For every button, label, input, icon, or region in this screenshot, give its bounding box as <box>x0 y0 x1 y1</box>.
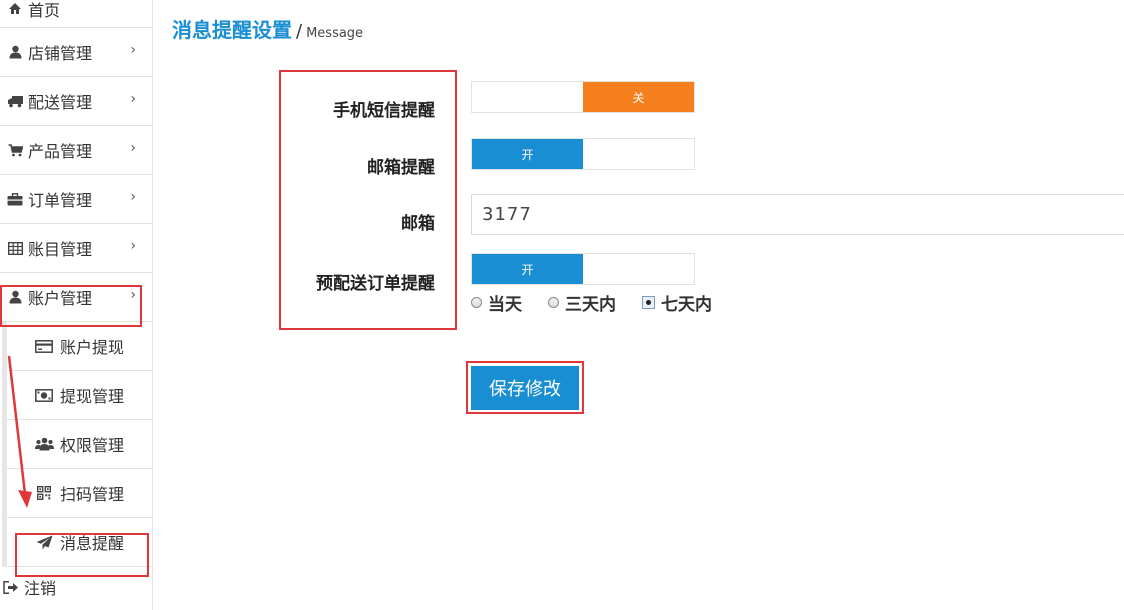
toggle-empty <box>583 139 694 169</box>
radio-label: 三天内 <box>565 295 616 315</box>
radio-seven-days[interactable]: 七天内 <box>642 290 712 315</box>
radio-circle-checked <box>642 296 655 309</box>
sms-reminder-label: 手机短信提醒 <box>333 101 435 121</box>
email-field[interactable] <box>471 194 1124 235</box>
radio-today[interactable]: 当天 <box>471 290 522 315</box>
annotation-arrow <box>7 355 32 508</box>
radio-label: 七天内 <box>661 295 712 315</box>
toggle-empty <box>472 82 583 112</box>
toggle-on-label: 开 <box>472 139 583 169</box>
toggle-on-label: 开 <box>472 254 583 284</box>
delivery-toggle[interactable]: 开 <box>471 253 695 285</box>
email-reminder-label: 邮箱提醒 <box>367 158 435 178</box>
email-notify-toggle[interactable]: 开 <box>471 138 695 170</box>
toggle-empty <box>583 254 694 284</box>
radio-label: 当天 <box>488 295 522 315</box>
title-separator: / <box>296 21 303 42</box>
delivery-reminder-label: 预配送订单提醒 <box>316 274 435 294</box>
radio-circle <box>548 297 559 308</box>
email-label: 邮箱 <box>401 214 435 234</box>
sms-toggle[interactable]: 关 <box>471 81 695 113</box>
radio-three-days[interactable]: 三天内 <box>548 290 616 315</box>
toggle-off-label: 关 <box>583 82 694 112</box>
page-title: 消息提醒设置 / Message <box>172 14 363 43</box>
radio-circle <box>471 297 482 308</box>
page-title-text: 消息提醒设置 <box>172 18 292 42</box>
delivery-range-radios: 当天 三天内 七天内 <box>471 290 738 315</box>
page-subtitle: Message <box>306 26 364 41</box>
save-button[interactable]: 保存修改 <box>471 366 579 410</box>
